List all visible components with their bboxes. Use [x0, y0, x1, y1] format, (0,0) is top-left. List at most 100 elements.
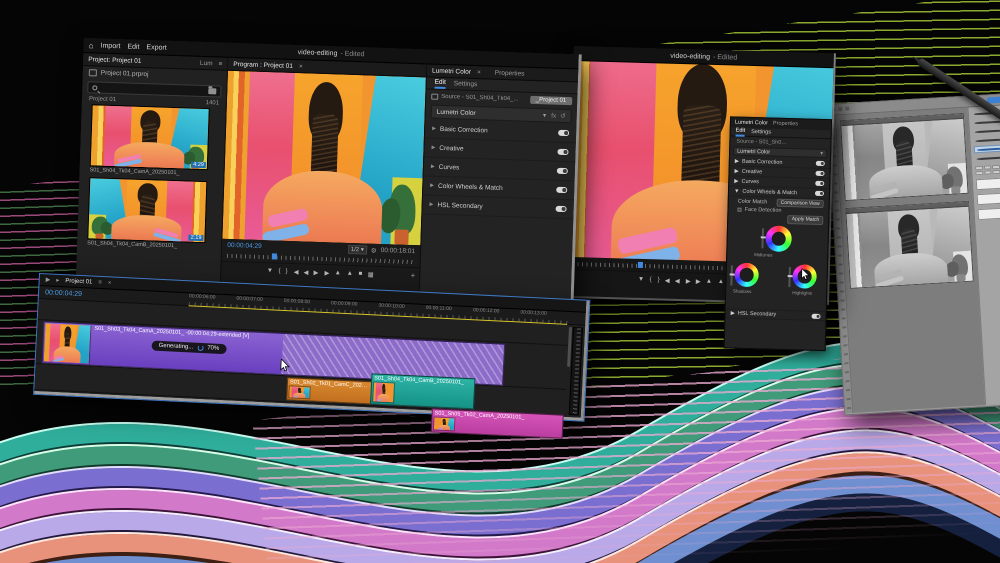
menu-export[interactable]: Export	[146, 44, 166, 52]
tab-settings[interactable]: Settings	[454, 80, 478, 88]
tab-lumetri-color[interactable]: Lumetri Color	[735, 120, 768, 127]
chevron-right-icon[interactable]: ▶	[429, 202, 433, 208]
section-curves[interactable]: Curves	[741, 178, 759, 184]
close-icon[interactable]: ×	[299, 63, 303, 70]
section-curves[interactable]: Curves	[439, 163, 460, 171]
comparison-view-button[interactable]: Comparison View	[777, 198, 824, 207]
bin-name[interactable]: Project 01	[89, 96, 116, 103]
tab-properties[interactable]: Properties	[773, 121, 798, 128]
chevron-right-icon[interactable]: ▶	[430, 183, 434, 189]
panel-menu-icon[interactable]: ≡	[98, 279, 102, 285]
chevron-right-icon[interactable]: ▶	[432, 126, 436, 132]
section-creative[interactable]: Creative	[742, 168, 763, 175]
tool-icon[interactable]	[845, 107, 849, 111]
toggle-switch[interactable]	[815, 181, 824, 186]
menu-edit[interactable]: Edit	[127, 43, 139, 50]
toggle-switch[interactable]	[557, 168, 568, 174]
add-marker-icon[interactable]: ▼	[638, 276, 644, 282]
brush-stroke-option[interactable]	[973, 126, 1000, 135]
sequence-timecode[interactable]: 00:00:04:29	[45, 289, 82, 298]
pointer-tool-icon[interactable]: ▶	[46, 276, 51, 283]
extract-icon[interactable]: ▲	[347, 270, 353, 277]
reset-icon[interactable]: ↺	[560, 112, 566, 120]
extract-icon[interactable]: ▲	[718, 278, 724, 284]
tab-properties[interactable]: Properties	[495, 69, 525, 77]
project-file-name[interactable]: Project 01.prproj	[101, 70, 149, 79]
brush-stroke-selected[interactable]	[974, 144, 1000, 153]
chevron-right-icon[interactable]: ▶	[431, 164, 435, 170]
tab-program[interactable]: Program : Project 01	[233, 60, 293, 69]
brush-stroke-option[interactable]	[974, 153, 1000, 162]
snap-tool-icon[interactable]: ▸	[56, 277, 59, 284]
toggle-switch[interactable]	[811, 313, 820, 318]
mark-out-icon[interactable]: }	[657, 277, 659, 283]
toggle-switch[interactable]	[816, 161, 825, 166]
settings-wrench-icon[interactable]: ⚙	[371, 246, 377, 254]
layer-card[interactable]	[977, 192, 1000, 205]
brush-stroke-option[interactable]	[972, 117, 1000, 126]
add-marker-icon[interactable]: ▼	[267, 268, 273, 275]
chevron-right-icon[interactable]: ▶	[431, 145, 435, 151]
shadows-wheel[interactable]	[734, 263, 759, 288]
chevron-down-icon[interactable]: ▼	[734, 188, 740, 194]
shadows-slider[interactable]	[730, 265, 733, 285]
export-frame-icon[interactable]: ■	[359, 271, 363, 277]
comparison-view-icon[interactable]: ▦	[368, 270, 374, 277]
button-editor-icon[interactable]: +	[410, 271, 415, 280]
section-color-wheels[interactable]: Color Wheels & Match	[742, 188, 797, 196]
toggle-switch[interactable]	[555, 206, 566, 212]
play-icon[interactable]: ▶	[685, 277, 690, 284]
layer-card[interactable]	[978, 207, 1000, 220]
swatch-grid[interactable]	[975, 164, 1000, 175]
preset-select[interactable]: Lumetri Color	[737, 148, 770, 155]
timeline-clip-orange[interactable]: S01_Sh02_Tk01_CamC_20250101_	[286, 377, 373, 404]
timeline-clip-teal[interactable]: S01_Sh04_Tk04_CamB_20250101_	[370, 373, 475, 409]
toggle-switch[interactable]	[557, 149, 568, 155]
tab-edit[interactable]: Edit	[736, 127, 746, 136]
mark-out-icon[interactable]: }	[286, 268, 288, 274]
panel-menu-icon[interactable]: ≡	[218, 60, 222, 67]
tab-edit[interactable]: Edit	[434, 78, 446, 88]
lift-icon[interactable]: ▲	[335, 270, 341, 277]
section-hsl-secondary[interactable]: HSL Secondary	[437, 201, 483, 209]
tab-settings[interactable]: Settings	[751, 129, 771, 136]
current-timecode[interactable]: 00:00:04:29	[227, 242, 262, 250]
toggle-switch[interactable]	[815, 171, 824, 176]
zoom-level-select[interactable]: 1/2 ▾	[348, 245, 367, 255]
home-icon[interactable]: ⌂	[89, 41, 94, 50]
chevron-right-icon[interactable]: ▶	[734, 168, 738, 174]
close-icon[interactable]: ×	[108, 280, 112, 286]
target-button[interactable]: _Project 01	[530, 96, 573, 105]
go-to-in-icon[interactable]: ◀	[293, 268, 298, 275]
chevron-right-icon[interactable]: ▶	[734, 178, 738, 184]
play-icon[interactable]: ▶	[314, 269, 319, 276]
tool-icon[interactable]	[838, 107, 842, 111]
folder-icon[interactable]	[208, 88, 216, 94]
project-clip-1[interactable]: 4:29 S01_Sh04_Tk04_CamA_20250101_	[90, 104, 216, 177]
tab-sequence[interactable]: Project 01	[65, 278, 92, 285]
go-to-in-icon[interactable]: ◀	[665, 277, 670, 284]
midtones-slider[interactable]	[761, 228, 764, 248]
step-back-icon[interactable]: ◀	[304, 268, 309, 275]
mark-in-icon[interactable]: {	[278, 268, 280, 274]
section-basic-correction[interactable]: Basic Correction	[440, 125, 488, 134]
tab-lumetri-scopes[interactable]: Lum	[200, 59, 213, 66]
project-clip-2[interactable]: 2:19 S01_Sh04_Tk04_CamB_20250101_	[87, 177, 213, 250]
toggle-switch[interactable]	[815, 191, 824, 196]
playhead[interactable]	[638, 262, 643, 268]
brush-stroke-option[interactable]	[973, 135, 1000, 144]
layer-card[interactable]	[976, 177, 1000, 190]
step-back-icon[interactable]: ◀	[675, 277, 680, 284]
section-hsl-secondary[interactable]: HSL Secondary	[738, 311, 776, 318]
highlights-slider[interactable]	[788, 267, 791, 287]
chevron-down-icon[interactable]: ▾	[820, 150, 823, 156]
section-color-wheels[interactable]: Color Wheels & Match	[438, 182, 503, 191]
mark-in-icon[interactable]: {	[650, 277, 652, 283]
toggle-switch[interactable]	[558, 130, 569, 136]
toggle-switch[interactable]	[556, 187, 567, 193]
storyboard-frame-2[interactable]	[845, 201, 974, 289]
close-icon[interactable]: ×	[477, 69, 481, 76]
section-basic-correction[interactable]: Basic Correction	[742, 158, 783, 165]
chevron-right-icon[interactable]: ▶	[735, 158, 739, 164]
midtones-wheel[interactable]	[765, 225, 792, 252]
